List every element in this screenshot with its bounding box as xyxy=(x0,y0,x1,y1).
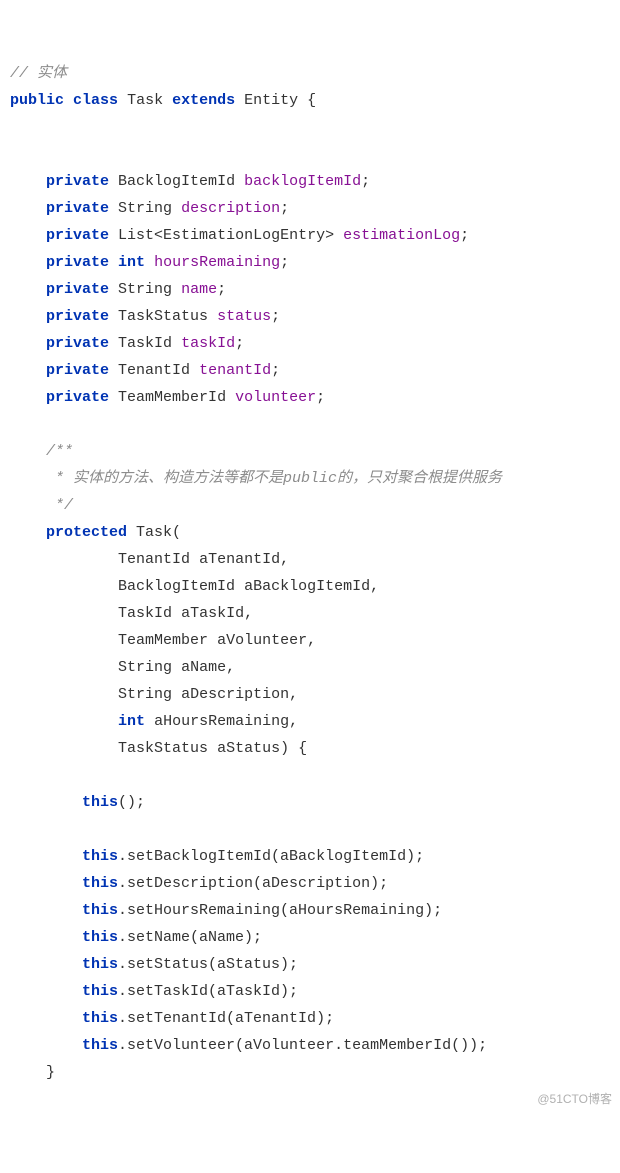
brace: } xyxy=(46,1064,55,1081)
kw-private: private xyxy=(46,254,109,271)
field-type: BacklogItemId xyxy=(118,173,235,190)
field-name: status xyxy=(217,308,271,325)
this-call: (); xyxy=(118,794,145,811)
kw-this: this xyxy=(82,1010,118,1027)
watermark: @51CTO博客 xyxy=(537,1086,612,1113)
param-name: aVolunteer, xyxy=(217,632,316,649)
semi: ; xyxy=(280,254,289,271)
param-type: TeamMember xyxy=(118,632,208,649)
param-name: aTaskId, xyxy=(181,605,253,622)
field-type: String xyxy=(118,200,172,217)
stmt: .setTaskId(aTaskId); xyxy=(118,983,298,1000)
field-type: TaskStatus xyxy=(118,308,208,325)
field-type: TenantId xyxy=(118,362,190,379)
field-name: hoursRemaining xyxy=(154,254,280,271)
stmt: .setStatus(aStatus); xyxy=(118,956,298,973)
param-name: aName, xyxy=(181,659,235,676)
param-name: aDescription, xyxy=(181,686,298,703)
semi: ; xyxy=(235,335,244,352)
semi: ; xyxy=(271,362,280,379)
semi: ; xyxy=(361,173,370,190)
javadoc-line: /** xyxy=(46,443,73,460)
kw-private: private xyxy=(46,335,109,352)
kw-private: private xyxy=(46,281,109,298)
param-type: TaskStatus xyxy=(118,740,208,757)
field-name: backlogItemId xyxy=(244,173,361,190)
kw-private: private xyxy=(46,389,109,406)
comment-line: // 实体 xyxy=(10,65,67,82)
kw-class: class xyxy=(73,92,118,109)
field-type: TeamMemberId xyxy=(118,389,226,406)
field-type: String xyxy=(118,281,172,298)
kw-this: this xyxy=(82,983,118,1000)
field-name: volunteer xyxy=(235,389,316,406)
kw-this: this xyxy=(82,1037,118,1054)
ctor-name: Task( xyxy=(136,524,181,541)
stmt: .setName(aName); xyxy=(118,929,262,946)
stmt: .setHoursRemaining(aHoursRemaining); xyxy=(118,902,442,919)
field-name: taskId xyxy=(181,335,235,352)
kw-this: this xyxy=(82,902,118,919)
semi: ; xyxy=(280,200,289,217)
param-name: aBacklogItemId, xyxy=(244,578,379,595)
kw-private: private xyxy=(46,173,109,190)
class-name: Task xyxy=(127,92,163,109)
field-name: description xyxy=(181,200,280,217)
kw-this: this xyxy=(82,929,118,946)
kw-private: private xyxy=(46,227,109,244)
stmt: .setBacklogItemId(aBacklogItemId); xyxy=(118,848,424,865)
param-name: aTenantId, xyxy=(199,551,289,568)
kw-this: this xyxy=(82,875,118,892)
kw-private: private xyxy=(46,308,109,325)
param-name: aHoursRemaining, xyxy=(154,713,298,730)
kw-int: int xyxy=(118,254,145,271)
superclass: Entity xyxy=(244,92,298,109)
kw-public: public xyxy=(10,92,64,109)
brace: { xyxy=(298,92,316,109)
semi: ; xyxy=(271,308,280,325)
kw-int: int xyxy=(118,713,145,730)
kw-extends: extends xyxy=(172,92,235,109)
code-content: // 实体 public class Task extends Entity {… xyxy=(10,65,502,1081)
stmt: .setVolunteer(aVolunteer.teamMemberId())… xyxy=(118,1037,487,1054)
field-name: name xyxy=(181,281,217,298)
field-type: TaskId xyxy=(118,335,172,352)
kw-private: private xyxy=(46,362,109,379)
param-type: TenantId xyxy=(118,551,190,568)
field-name: estimationLog xyxy=(343,227,460,244)
kw-protected: protected xyxy=(46,524,127,541)
param-name: aStatus) { xyxy=(217,740,307,757)
kw-this: this xyxy=(82,794,118,811)
kw-private: private xyxy=(46,200,109,217)
semi: ; xyxy=(316,389,325,406)
param-type: TaskId xyxy=(118,605,172,622)
param-type: BacklogItemId xyxy=(118,578,235,595)
kw-this: this xyxy=(82,956,118,973)
field-type: List<EstimationLogEntry> xyxy=(118,227,334,244)
javadoc-line: */ xyxy=(46,497,73,514)
param-type: String xyxy=(118,659,172,676)
field-name: tenantId xyxy=(199,362,271,379)
stmt: .setTenantId(aTenantId); xyxy=(118,1010,334,1027)
javadoc-line: * 实体的方法、构造方法等都不是public的，只对聚合根提供服务 xyxy=(46,470,502,487)
kw-this: this xyxy=(82,848,118,865)
semi: ; xyxy=(460,227,469,244)
stmt: .setDescription(aDescription); xyxy=(118,875,388,892)
param-type: String xyxy=(118,686,172,703)
semi: ; xyxy=(217,281,226,298)
